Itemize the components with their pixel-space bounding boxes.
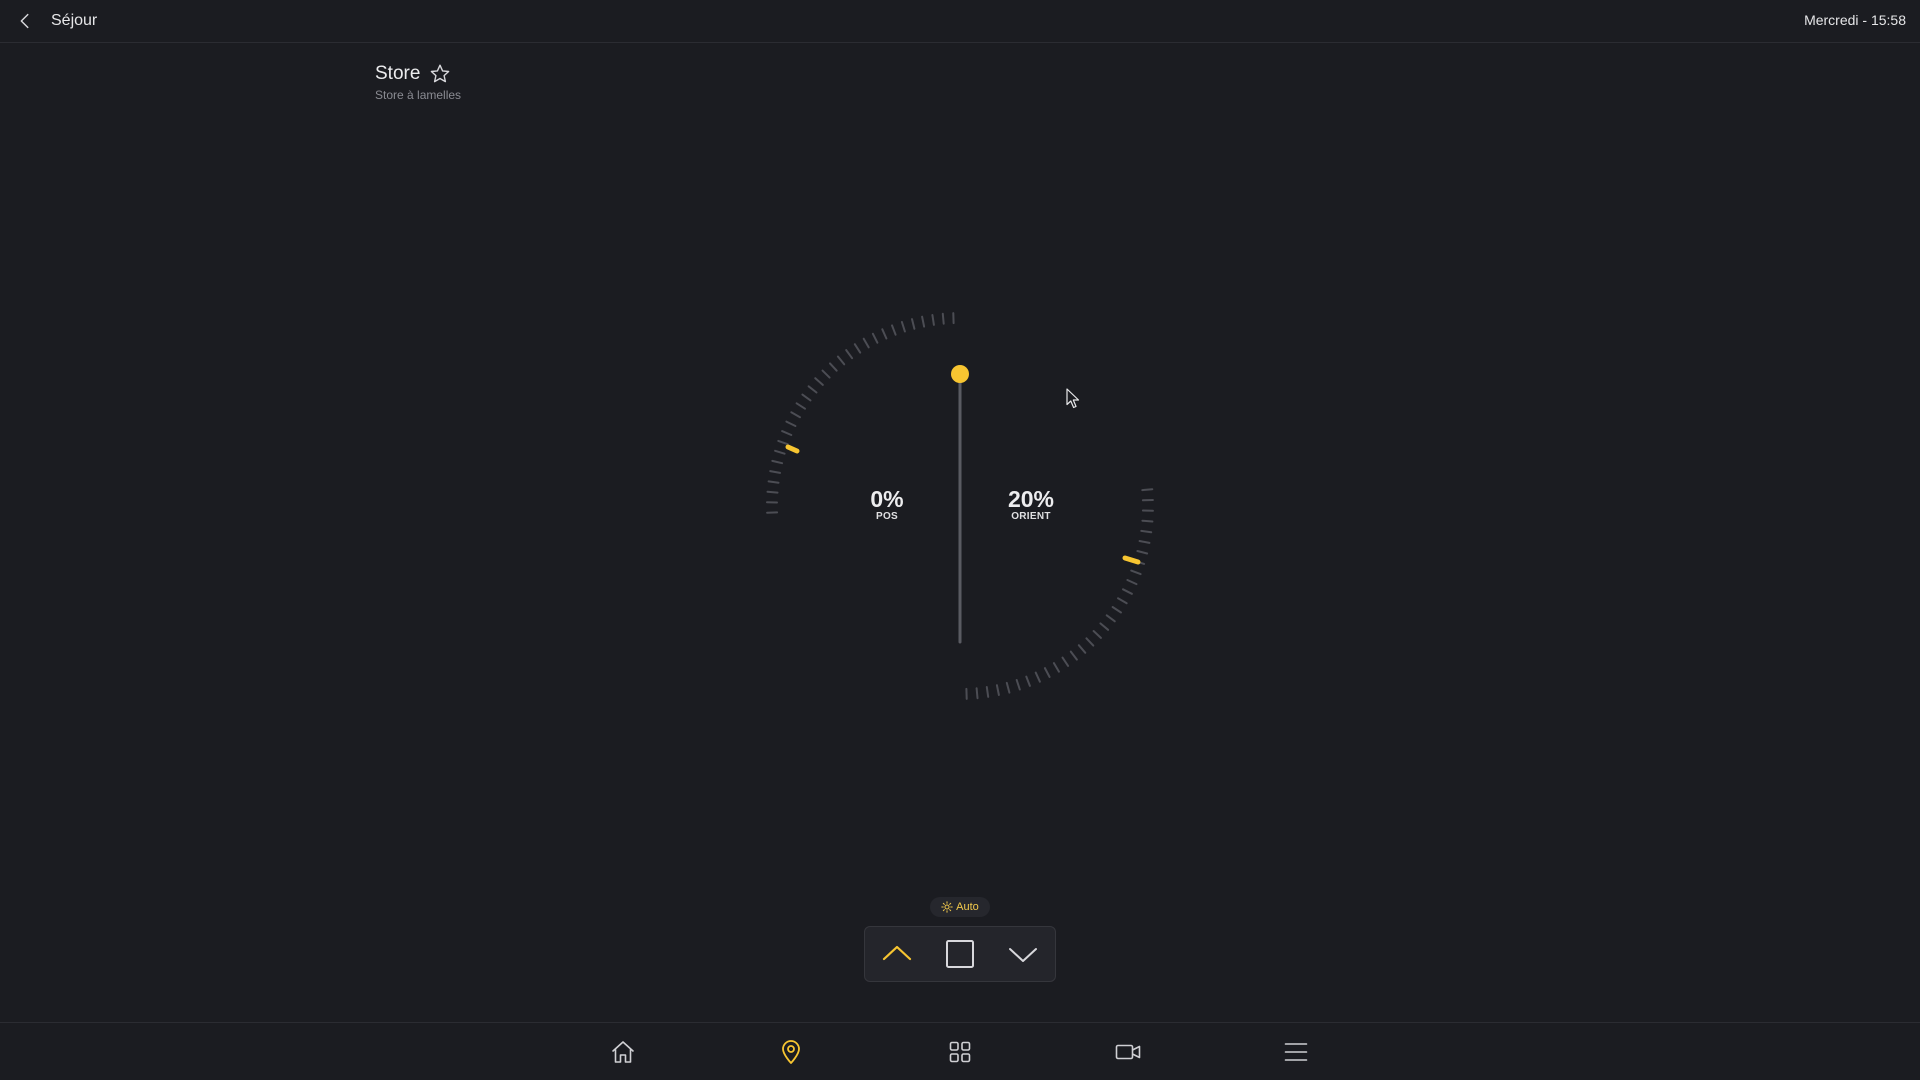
orientation-tick [1111, 606, 1122, 614]
position-tick [836, 355, 846, 366]
position-tick [871, 332, 879, 344]
position-tick [777, 439, 789, 446]
orientation-tick [1099, 622, 1110, 631]
orientation-indicator-mark [1122, 555, 1141, 565]
sun-icon [941, 901, 956, 913]
location-pin-icon [777, 1038, 805, 1066]
position-tick [769, 470, 781, 474]
auto-label: Auto [956, 901, 979, 913]
orientation-tick [1085, 637, 1095, 647]
home-icon [609, 1038, 637, 1066]
position-tick [781, 430, 793, 436]
orientation-label: ORIENT [1011, 511, 1051, 522]
stop-button[interactable] [936, 932, 984, 976]
menu-icon [1282, 1038, 1310, 1066]
orientation-tick [1126, 579, 1138, 586]
position-tick [881, 328, 888, 340]
orientation-tick [985, 686, 990, 698]
position-tick [900, 321, 906, 333]
nav-menu[interactable] [1278, 1037, 1314, 1067]
position-tick-arc [766, 312, 955, 514]
orientation-tick [1034, 671, 1041, 683]
down-button[interactable] [999, 932, 1047, 976]
orientation-tick [1136, 550, 1149, 555]
orientation-tick [1005, 681, 1011, 694]
auto-mode-badge[interactable]: Auto [930, 897, 990, 917]
position-tick [862, 337, 870, 349]
nav-rooms[interactable] [773, 1037, 809, 1067]
position-tick [790, 411, 801, 419]
position-tick [774, 449, 786, 455]
chevron-up-icon [880, 937, 914, 971]
orientation-tick [1015, 679, 1021, 691]
position-tick [853, 343, 862, 354]
orientation-tick [1092, 630, 1102, 639]
orientation-tick [1141, 519, 1154, 523]
camera-icon [1114, 1038, 1142, 1066]
position-tick [814, 377, 824, 386]
bottom-navigation [0, 1022, 1920, 1080]
nav-categories[interactable] [942, 1037, 978, 1067]
grid-icon [946, 1038, 974, 1066]
orientation-tick [1140, 529, 1153, 534]
position-readout: 0% POS [857, 487, 917, 522]
position-tick [845, 349, 854, 360]
blind-dial [766, 312, 1154, 700]
orientation-readout: 20% ORIENT [995, 487, 1067, 522]
position-tick [785, 420, 797, 427]
nav-home[interactable] [605, 1037, 641, 1067]
position-tick [807, 385, 818, 394]
orientation-tick [975, 687, 979, 700]
orientation-tick [1122, 588, 1133, 595]
slider-handle[interactable] [951, 365, 969, 383]
nav-cameras[interactable] [1110, 1037, 1146, 1067]
position-tick [829, 362, 838, 372]
orientation-tick [1077, 644, 1087, 654]
position-label: POS [875, 511, 899, 522]
position-tick [821, 369, 831, 379]
position-tick [801, 393, 812, 402]
position-tick [911, 318, 916, 330]
position-tick [767, 480, 780, 484]
orientation-tick [1130, 569, 1142, 576]
position-tick [795, 402, 806, 410]
mouse-cursor-icon [1066, 388, 1080, 409]
orientation-tick [1138, 540, 1151, 544]
position-tick [921, 315, 926, 328]
orientation-tick [1052, 662, 1060, 673]
orientation-tick [1105, 614, 1116, 623]
orientation-tick [1025, 675, 1031, 687]
blind-controls [864, 926, 1056, 982]
position-value: 0% [870, 486, 904, 512]
position-tick [891, 324, 897, 336]
orientation-tick [1117, 597, 1128, 605]
position-tick [931, 314, 935, 326]
orientation-tick [1141, 488, 1154, 492]
position-tick [941, 312, 945, 325]
position-indicator-mark [785, 444, 800, 454]
up-button[interactable] [873, 932, 921, 976]
position-tick [771, 459, 784, 465]
orientation-tick [1069, 650, 1078, 661]
position-tick [766, 490, 779, 494]
orientation-value: 20% [1007, 486, 1055, 512]
orientation-tick [995, 684, 1000, 696]
square-stop-icon [943, 937, 977, 971]
chevron-down-icon [1006, 937, 1040, 971]
orientation-tick [1061, 656, 1070, 667]
orientation-tick [1043, 667, 1051, 678]
